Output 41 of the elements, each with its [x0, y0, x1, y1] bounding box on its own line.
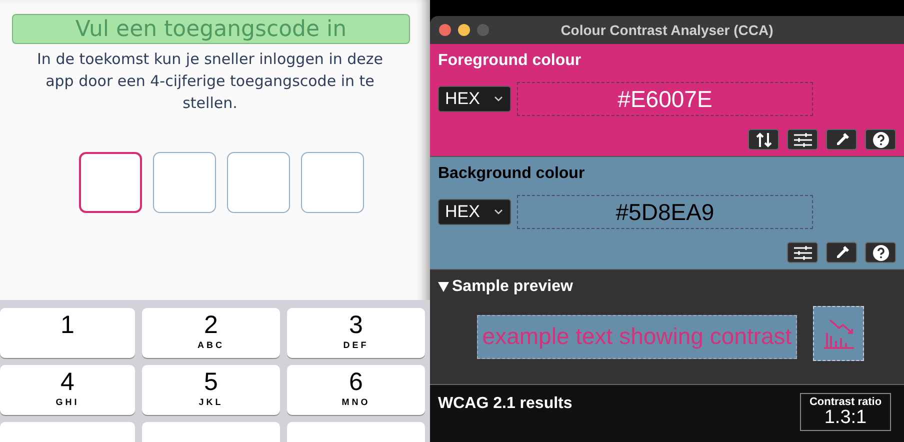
chart-icon: [822, 318, 854, 348]
colour-value-field[interactable]: #E6007E: [517, 82, 813, 116]
close-icon[interactable]: [439, 24, 451, 36]
sliders-icon: [794, 246, 812, 260]
adjust-button[interactable]: [787, 129, 818, 150]
keypad-key[interactable]: 1: [0, 308, 135, 358]
keypad-key[interactable]: 5 JKL: [142, 365, 280, 415]
section-heading: Foreground colour: [438, 52, 582, 70]
eyedropper-button[interactable]: [826, 242, 857, 263]
keypad-key[interactable]: 3 DEF: [287, 308, 425, 358]
keypad-key[interactable]: 4 GHI: [0, 365, 135, 415]
results-heading: WCAG 2.1 results: [438, 395, 572, 413]
colour-value-field[interactable]: #5D8EA9: [517, 195, 813, 229]
sample-text: example text showing contrast: [477, 314, 797, 358]
ratio-label: Contrast ratio: [809, 396, 882, 408]
format-select[interactable]: HEX: [438, 86, 511, 112]
swap-button[interactable]: [748, 129, 779, 150]
code-digit-field[interactable]: [227, 152, 290, 213]
adjust-button[interactable]: [787, 242, 818, 263]
chevron-icon: [494, 96, 503, 102]
chevron-icon: [494, 209, 503, 215]
minimize-icon[interactable]: [458, 24, 470, 36]
help-button[interactable]: [865, 242, 896, 263]
help-button[interactable]: [865, 129, 896, 150]
section-heading: Background colour: [438, 165, 585, 183]
sliders-icon: [794, 132, 812, 146]
code-digit-field[interactable]: [79, 152, 142, 213]
help-icon: [872, 132, 888, 148]
code-digit-field[interactable]: [301, 152, 364, 213]
format-select[interactable]: HEX: [438, 199, 511, 225]
help-icon: [872, 244, 888, 260]
window-title: Colour Contrast Analyser (CCA): [560, 22, 774, 38]
ratio-value: 1.3:1: [824, 408, 867, 428]
code-digit-field[interactable]: [153, 152, 216, 213]
keypad-key[interactable]: 6 MNO: [287, 365, 425, 415]
preview-toggle[interactable]: Sample preview: [438, 278, 573, 296]
page-title: Vul een toegangscode in: [12, 14, 410, 44]
swap-icon: [756, 132, 772, 148]
keypad-key[interactable]: 2 ABC: [142, 308, 280, 358]
description-text: In de toekomst kun je sneller inloggen in deze app door een 4-cijferige toegangscode in te stellen.: [36, 49, 384, 114]
eyedropper-button[interactable]: [826, 129, 857, 150]
